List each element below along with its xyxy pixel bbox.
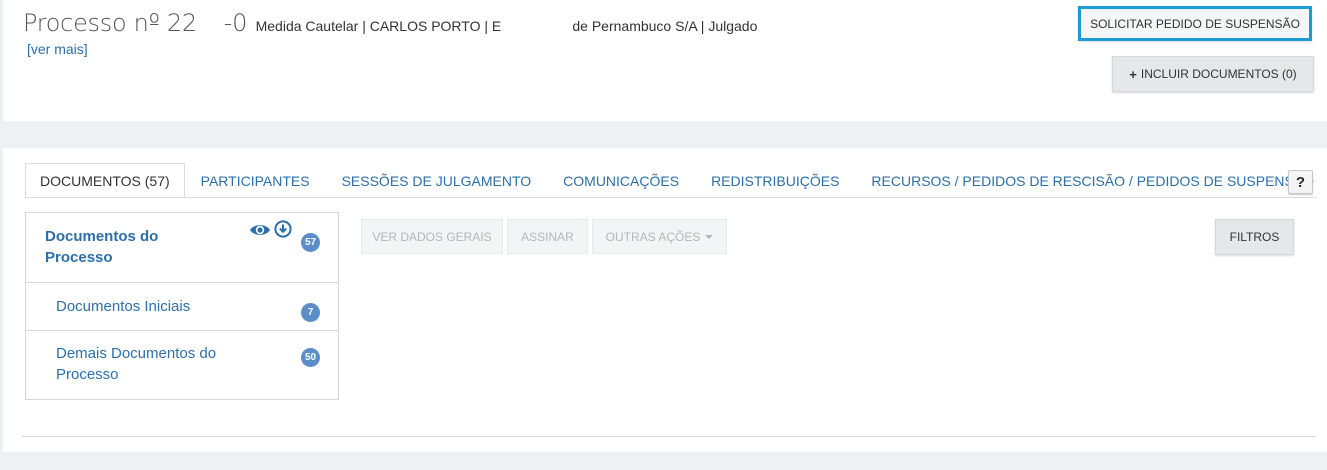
eye-icon[interactable] xyxy=(249,222,271,243)
incluir-label: INCLUIR DOCUMENTOS (0) xyxy=(1140,67,1297,81)
ver-dados-gerais-button[interactable]: VER DADOS GERAIS xyxy=(361,219,503,254)
count-badge: 50 xyxy=(301,348,320,367)
tab-divider xyxy=(25,197,1317,198)
help-button[interactable]: ? xyxy=(1288,170,1313,194)
tab-recursos[interactable]: RECURSOS / PEDIDOS DE RESCISÃO / PEDIDOS… xyxy=(855,163,1327,198)
assinar-button[interactable]: ASSINAR xyxy=(507,219,588,254)
title-line: Processo nº 22 -0 Medida Cautelar | CARL… xyxy=(23,9,757,37)
document-tree: Documentos do Processo 57 Documentos Ini… xyxy=(25,212,339,400)
filtros-button[interactable]: FILTROS xyxy=(1215,219,1294,255)
tree-item-label: Demais Documentos do Processo xyxy=(56,345,217,383)
tree-item-demais-documentos[interactable]: Demais Documentos do Processo 50 xyxy=(26,331,338,399)
tab-participantes[interactable]: PARTICIPANTES xyxy=(185,163,326,198)
download-icon[interactable] xyxy=(274,220,292,243)
process-header: Processo nº 22 -0 Medida Cautelar | CARL… xyxy=(3,0,1327,121)
solicitar-pedido-suspensao-button[interactable]: SOLICITAR PEDIDO DE SUSPENSÃO xyxy=(1078,6,1312,41)
count-badge: 7 xyxy=(301,303,320,322)
outras-acoes-label: OUTRAS AÇÕES xyxy=(605,229,701,244)
ver-mais-link[interactable]: [ver mais] xyxy=(27,41,88,57)
tab-comunicacoes[interactable]: COMUNICAÇÕES xyxy=(547,163,695,198)
tree-item-label: Documentos Iniciais xyxy=(56,298,191,315)
process-meta: Medida Cautelar | CARLOS PORTO | E de Pe… xyxy=(255,18,758,34)
caret-down-icon xyxy=(705,234,714,239)
tab-redistribuicoes[interactable]: REDISTRIBUIÇÕES xyxy=(695,163,855,198)
plus-icon: + xyxy=(1129,66,1137,82)
tab-documentos[interactable]: DOCUMENTOS (57) xyxy=(25,163,185,198)
outras-acoes-dropdown[interactable]: OUTRAS AÇÕES xyxy=(592,219,727,254)
tab-sessoes-julgamento[interactable]: SESSÕES DE JULGAMENTO xyxy=(326,163,548,198)
tab-bar: DOCUMENTOS (57) PARTICIPANTES SESSÕES DE… xyxy=(25,163,1327,198)
bottom-divider xyxy=(22,436,1316,437)
process-title: Processo nº 22 -0 xyxy=(23,9,248,37)
tree-root-label: Documentos do Processo xyxy=(45,228,159,266)
count-badge: 57 xyxy=(301,233,320,252)
incluir-documentos-button[interactable]: + INCLUIR DOCUMENTOS (0) xyxy=(1112,56,1314,92)
documents-panel: DOCUMENTOS (57) PARTICIPANTES SESSÕES DE… xyxy=(3,148,1327,452)
solicitar-label: SOLICITAR PEDIDO DE SUSPENSÃO xyxy=(1090,16,1300,31)
tree-item-documentos-iniciais[interactable]: Documentos Iniciais 7 xyxy=(26,283,338,331)
tree-root-documentos[interactable]: Documentos do Processo 57 xyxy=(26,213,338,283)
